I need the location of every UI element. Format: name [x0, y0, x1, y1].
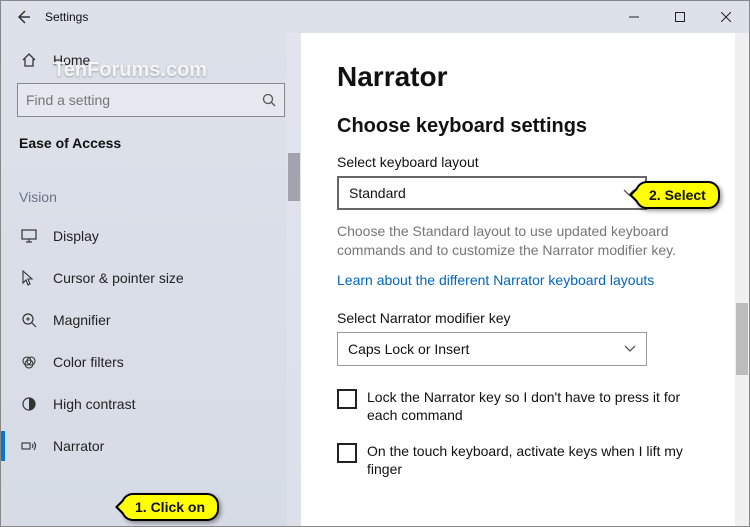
- modifier-value: Caps Lock or Insert: [348, 341, 469, 357]
- checkbox-label: On the touch keyboard, activate keys whe…: [367, 442, 713, 478]
- display-icon: [21, 229, 39, 243]
- sidebar-scrollbar[interactable]: [287, 33, 301, 526]
- sidebar-item-color-filters[interactable]: Color filters: [17, 341, 285, 383]
- sidebar-item-label: Narrator: [53, 438, 104, 454]
- modifier-label: Select Narrator modifier key: [337, 310, 713, 326]
- scrollbar-thumb[interactable]: [288, 153, 300, 201]
- minimize-button[interactable]: [611, 1, 657, 33]
- search-box[interactable]: [17, 83, 285, 117]
- search-icon: [262, 93, 276, 107]
- home-icon: [21, 52, 39, 68]
- main-panel: Narrator Choose keyboard settings Select…: [301, 33, 749, 526]
- narrator-icon: [21, 439, 39, 453]
- chevron-down-icon: [624, 345, 636, 353]
- window-title: Settings: [45, 10, 611, 24]
- scrollbar-thumb[interactable]: [736, 303, 748, 375]
- checkbox-label: Lock the Narrator key so I don't have to…: [367, 388, 713, 424]
- section-header: Ease of Access: [17, 129, 285, 171]
- layout-label: Select keyboard layout: [337, 154, 713, 170]
- section-title: Choose keyboard settings: [337, 115, 713, 138]
- main-scrollbar[interactable]: [735, 33, 749, 526]
- home-label: Home: [53, 52, 90, 68]
- learn-link[interactable]: Learn about the different Narrator keybo…: [337, 272, 713, 288]
- color-filters-icon: [21, 354, 39, 370]
- sidebar-item-label: Display: [53, 228, 99, 244]
- sidebar-item-label: Magnifier: [53, 312, 111, 328]
- titlebar: Settings: [1, 1, 749, 33]
- layout-select[interactable]: Standard: [337, 176, 647, 210]
- checkbox-box[interactable]: [337, 443, 357, 463]
- search-input[interactable]: [26, 92, 262, 108]
- close-button[interactable]: [703, 1, 749, 33]
- sidebar-item-label: Color filters: [53, 354, 124, 370]
- back-button[interactable]: [1, 1, 45, 33]
- sidebar-item-display[interactable]: Display: [17, 215, 285, 257]
- arrow-left-icon: [15, 9, 31, 25]
- lock-narrator-checkbox[interactable]: Lock the Narrator key so I don't have to…: [337, 388, 713, 424]
- layout-value: Standard: [349, 185, 406, 201]
- annotation-select: 2. Select: [635, 181, 720, 209]
- maximize-button[interactable]: [657, 1, 703, 33]
- magnifier-icon: [21, 312, 39, 328]
- sidebar: Home Ease of Access Vision Display Curso…: [1, 33, 301, 526]
- sidebar-item-magnifier[interactable]: Magnifier: [17, 299, 285, 341]
- sidebar-item-cursor[interactable]: Cursor & pointer size: [17, 257, 285, 299]
- cursor-icon: [21, 270, 39, 286]
- sidebar-item-high-contrast[interactable]: High contrast: [17, 383, 285, 425]
- group-label-vision: Vision: [17, 171, 285, 215]
- home-nav[interactable]: Home: [17, 41, 285, 79]
- modifier-select[interactable]: Caps Lock or Insert: [337, 332, 647, 366]
- touch-keyboard-checkbox[interactable]: On the touch keyboard, activate keys whe…: [337, 442, 713, 478]
- layout-description: Choose the Standard layout to use update…: [337, 222, 707, 260]
- page-title: Narrator: [337, 61, 713, 93]
- annotation-click: 1. Click on: [121, 493, 219, 521]
- high-contrast-icon: [21, 396, 39, 412]
- sidebar-item-label: Cursor & pointer size: [53, 270, 184, 286]
- sidebar-item-narrator[interactable]: Narrator: [17, 425, 285, 467]
- sidebar-item-label: High contrast: [53, 396, 135, 412]
- checkbox-box[interactable]: [337, 389, 357, 409]
